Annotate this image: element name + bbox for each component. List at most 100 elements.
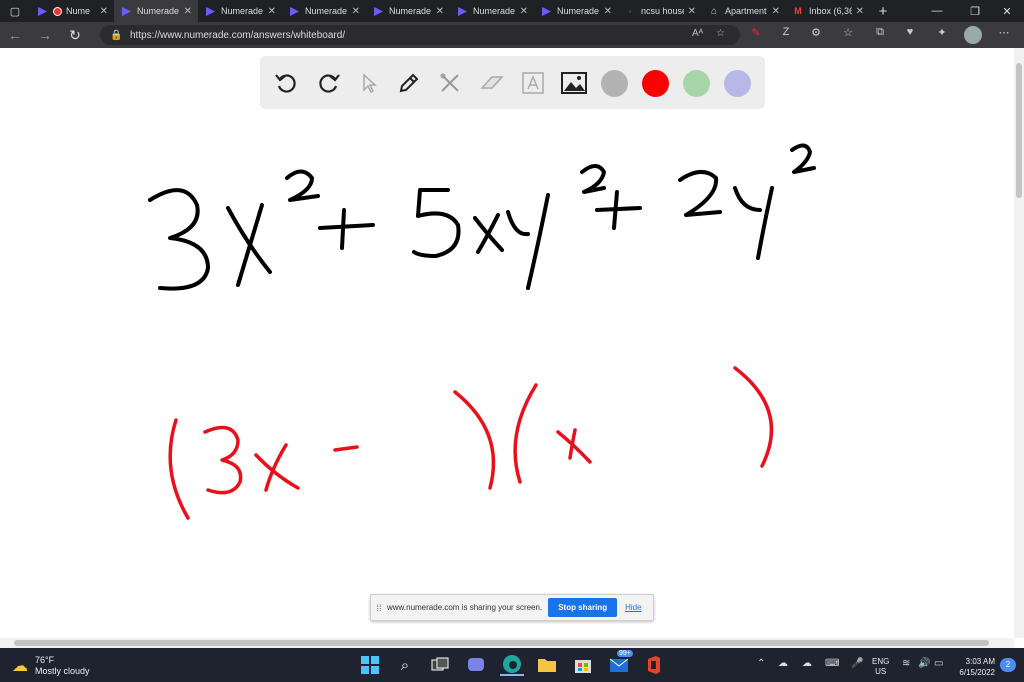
profile-avatar[interactable]: [964, 26, 982, 44]
tab-label: Numerade: [305, 6, 348, 16]
extension-puzzle-icon[interactable]: ⚙: [808, 26, 824, 39]
file-explorer-icon[interactable]: [535, 654, 559, 676]
browser-tab[interactable]: Numerade ✕: [534, 0, 618, 22]
extension-z-icon[interactable]: Z: [778, 26, 794, 38]
tools-icon[interactable]: [435, 68, 465, 98]
back-icon[interactable]: ←: [0, 22, 30, 48]
weather-desc: Mostly cloudy: [35, 666, 90, 676]
redo-icon[interactable]: [313, 68, 343, 98]
whiteboard-canvas[interactable]: [0, 48, 1024, 638]
lock-icon: 🔒: [110, 29, 123, 41]
image-icon[interactable]: [559, 68, 589, 98]
lang-top: ENG: [872, 657, 890, 666]
store-icon[interactable]: [571, 654, 595, 676]
color-gray-swatch[interactable]: [601, 70, 628, 97]
onedrive-personal-icon[interactable]: ☁: [802, 658, 812, 669]
numerade-icon: [372, 5, 384, 17]
show-hidden-icons[interactable]: ⌃: [757, 658, 765, 669]
wifi-icon[interactable]: ≋: [902, 658, 910, 669]
weather-cloud-icon[interactable]: ☁: [12, 656, 28, 676]
collections-icon[interactable]: ⧉: [872, 26, 888, 39]
forward-icon[interactable]: →: [30, 22, 60, 48]
new-tab-button[interactable]: +: [870, 3, 896, 20]
close-tab-icon[interactable]: ✕: [688, 6, 696, 17]
browser-tab[interactable]: ⌂ Apartment ✕: [702, 0, 786, 22]
browser-tab[interactable]: Numerade ✕: [198, 0, 282, 22]
volume-icon[interactable]: 🔊: [918, 658, 930, 669]
hide-link[interactable]: Hide: [625, 603, 641, 612]
mail-icon[interactable]: 99+: [607, 650, 633, 676]
browser-tab[interactable]: Numerade ✕: [114, 0, 198, 22]
close-tab-icon[interactable]: ✕: [100, 6, 108, 17]
browser-tab[interactable]: Numerade ✕: [282, 0, 366, 22]
clock[interactable]: 3:03 AM 6/15/2022: [955, 656, 995, 678]
url-field[interactable]: 🔒 https://www.numerade.com/answers/white…: [100, 25, 740, 45]
numerade-icon: [120, 5, 132, 17]
weather-widget[interactable]: 76°F Mostly cloudy: [35, 655, 90, 677]
close-tab-icon[interactable]: ✕: [520, 6, 528, 17]
browser-tab[interactable]: Numerade ✕: [450, 0, 534, 22]
notification-badge[interactable]: 2: [1000, 658, 1016, 672]
start-icon[interactable]: [358, 654, 382, 676]
tab-label: ncsu house: [641, 6, 684, 16]
onedrive-icon[interactable]: ☁: [778, 658, 788, 669]
ncsu-icon: ◦: [628, 6, 632, 16]
whiteboard-drawing: [148, 143, 816, 520]
refresh-icon[interactable]: ↻: [60, 22, 90, 48]
search-icon[interactable]: ⌕: [393, 654, 417, 676]
browser-essentials-icon[interactable]: ♥: [902, 26, 918, 38]
close-tab-icon[interactable]: ✕: [604, 6, 612, 17]
language-indicator[interactable]: ENG US: [872, 657, 889, 677]
microphone-icon[interactable]: 🎤: [851, 658, 863, 669]
favorite-add-icon[interactable]: ☆: [716, 28, 725, 39]
lang-bottom: US: [875, 667, 887, 676]
teams-chat-icon[interactable]: [464, 654, 488, 676]
numerade-icon: [540, 5, 552, 17]
keyboard-icon[interactable]: ⌨: [825, 658, 839, 669]
eraser-icon[interactable]: [477, 68, 507, 98]
browser-tab[interactable]: Numerade ✕: [366, 0, 450, 22]
browser-tab[interactable]: Nume ✕: [30, 0, 114, 22]
horizontal-scroll-thumb[interactable]: [14, 640, 989, 646]
address-bar: ← → ↻ 🔒 https://www.numerade.com/answers…: [0, 22, 1024, 48]
close-tab-icon[interactable]: ✕: [856, 6, 864, 17]
extension-red-icon[interactable]: ✎: [748, 26, 764, 39]
more-menu-icon[interactable]: ⋯: [996, 26, 1012, 39]
clock-date: 6/15/2022: [959, 668, 995, 677]
drag-handle-icon[interactable]: ⁞⁞: [371, 603, 387, 613]
read-aloud-icon[interactable]: Aᴬ: [692, 28, 703, 39]
minimize-icon[interactable]: —: [920, 0, 954, 22]
color-red-swatch[interactable]: [642, 70, 669, 97]
home-icon: ⌂: [710, 5, 718, 17]
close-tab-icon[interactable]: ✕: [184, 6, 192, 17]
close-window-icon[interactable]: ✕: [990, 0, 1024, 22]
close-tab-icon[interactable]: ✕: [436, 6, 444, 17]
stop-sharing-button[interactable]: Stop sharing: [548, 598, 618, 617]
extensions-icon[interactable]: ✦: [934, 26, 950, 39]
tab-label: Numerade: [221, 6, 264, 16]
task-view-icon[interactable]: [428, 654, 452, 676]
color-lavender-swatch[interactable]: [724, 70, 751, 97]
color-green-swatch[interactable]: [683, 70, 710, 97]
office-icon[interactable]: [642, 654, 666, 676]
tab-label: Numerade: [557, 6, 600, 16]
pen-icon[interactable]: [394, 68, 424, 98]
restore-icon[interactable]: ❐: [958, 0, 992, 22]
tab-label: Apartment: [725, 6, 767, 16]
battery-icon[interactable]: ▭: [934, 658, 943, 669]
horizontal-scrollbar[interactable]: [0, 638, 1014, 648]
tab-actions-icon[interactable]: ▢: [0, 0, 30, 22]
close-tab-icon[interactable]: ✕: [352, 6, 360, 17]
edge-icon[interactable]: [500, 654, 524, 676]
browser-tab[interactable]: M Inbox (6,36 ✕: [786, 0, 870, 22]
undo-icon[interactable]: [272, 68, 302, 98]
vertical-scrollbar[interactable]: [1014, 48, 1024, 638]
close-tab-icon[interactable]: ✕: [772, 6, 780, 17]
favorites-icon[interactable]: ☆: [840, 26, 856, 39]
pointer-icon[interactable]: [354, 68, 384, 98]
vertical-scroll-thumb[interactable]: [1016, 63, 1022, 198]
recording-icon: [53, 6, 62, 16]
browser-tab[interactable]: ◦ ncsu house ✕: [618, 0, 702, 22]
close-tab-icon[interactable]: ✕: [268, 6, 276, 17]
text-icon[interactable]: [518, 68, 548, 98]
